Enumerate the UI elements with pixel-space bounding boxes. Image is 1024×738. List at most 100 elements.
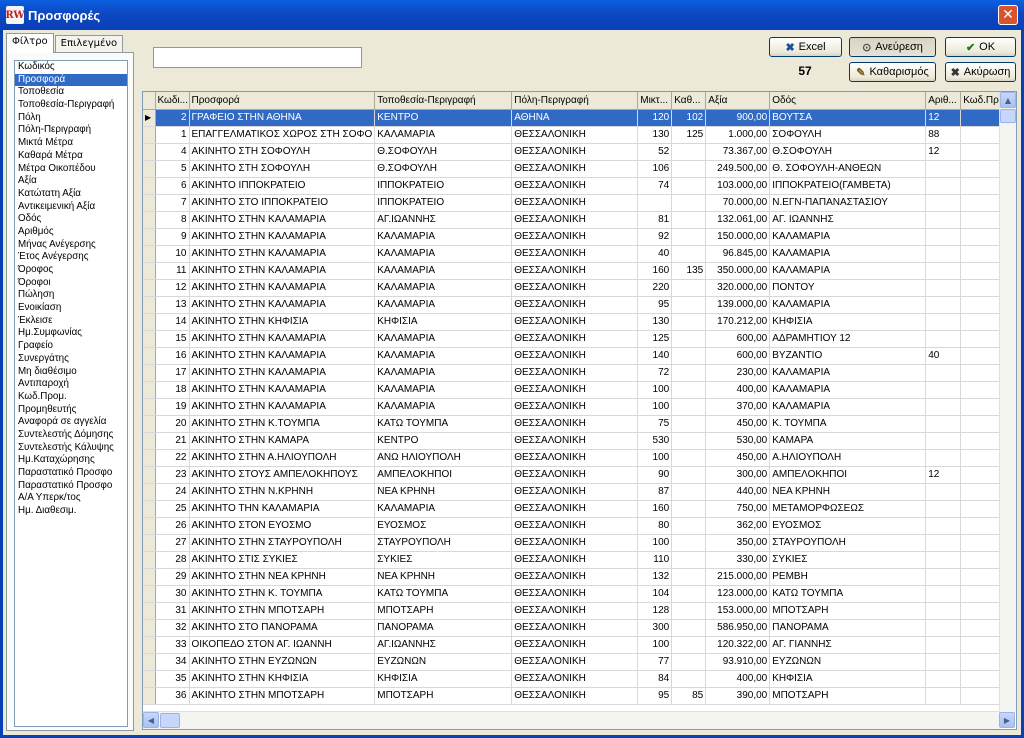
table-cell[interactable]: 120 (637, 109, 673, 127)
table-cell[interactable]: 100 (637, 398, 673, 416)
table-row[interactable]: 21 ΑΚΙΝΗΤΟ ΣΤΗΝ ΚΑΜΑΡΑ ΚΕΝΤΡΟ ΘΕΣΣΑΛΟΝΙΚΗ 53… (143, 432, 1002, 450)
table-cell[interactable]: ΠΟΝΤΟΥ (769, 279, 927, 297)
table-cell[interactable]: ΚΗΦΙΣΙΑ (374, 313, 513, 331)
table-cell[interactable]: 9 (155, 228, 190, 246)
table-cell[interactable] (960, 262, 1002, 280)
table-cell[interactable]: ΚΑΛΑΜΑΡΙΑ (374, 262, 513, 280)
search-input[interactable] (153, 47, 362, 68)
table-cell[interactable]: ΘΕΣΣΑΛΟΝΙΚΗ (511, 347, 639, 365)
table-cell[interactable]: 139.000,00 (705, 296, 771, 314)
field-list-item[interactable]: Αναφορά σε αγγελία (15, 416, 127, 429)
table-row[interactable]: 7 ΑΚΙΝΗΤΟ ΣΤΟ ΙΠΠΟΚΡΑΤΕΙΟ ΙΠΠΟΚΡΑΤΕΙΟ ΘΕΣΣΑ… (143, 194, 1002, 212)
field-list[interactable]: Κωδικός Προσφορά Τοποθεσία Τοποθεσία-Περιγρ… (14, 60, 128, 727)
table-cell[interactable]: ΘΕΣΣΑΛΟΝΙΚΗ (511, 262, 639, 280)
field-list-item[interactable]: Κωδικός (15, 61, 127, 74)
table-row[interactable]: 12 ΑΚΙΝΗΤΟ ΣΤΗΝ ΚΑΛΑΜΑΡΙΑ ΚΑΛΑΜΑΡΙΑ ΘΕΣΣΑΛΟ… (143, 279, 1002, 297)
table-cell[interactable]: 750,00 (705, 500, 771, 518)
table-cell[interactable]: ΘΕΣΣΑΛΟΝΙΚΗ (511, 653, 639, 671)
table-cell[interactable]: 135 (671, 262, 707, 280)
table-cell[interactable]: ΑΚΙΝΗΤΟ ΣΤΟ ΙΠΠΟΚΡΑΤΕΙΟ (189, 194, 376, 212)
table-cell[interactable]: ΘΕΣΣΑΛΟΝΙΚΗ (511, 670, 639, 688)
table-cell[interactable]: ΚΑΛΑΜΑΡΙΑ (374, 126, 513, 144)
table-cell[interactable]: 30 (155, 585, 190, 603)
tab-selected[interactable]: Επιλεγμένο (54, 35, 124, 53)
table-cell[interactable] (925, 568, 962, 586)
table-cell[interactable]: 73.367,00 (705, 143, 771, 161)
table-cell[interactable]: Θ.ΣΟΦΟΥΛΗ (374, 143, 513, 161)
table-cell[interactable]: ΙΠΠΟΚΡΑΤΕΙΟ (374, 177, 513, 195)
table-cell[interactable] (925, 534, 962, 552)
table-cell[interactable] (960, 687, 1002, 705)
table-cell[interactable]: ΑΚΙΝΗΤΟ ΣΤΗΝ ΚΗΦΙΣΙΑ (189, 670, 376, 688)
table-cell[interactable]: 600,00 (705, 330, 771, 348)
field-list-item[interactable]: Συνεργάτης (15, 353, 127, 366)
field-list-item[interactable]: Προμηθευτής (15, 404, 127, 417)
table-cell[interactable]: ΑΚΙΝΗΤΟ ΣΤΗ ΣΟΦΟΥΛΗ (189, 143, 376, 161)
table-row[interactable]: 34 ΑΚΙΝΗΤΟ ΣΤΗΝ ΕΥΖΩΝΩΝ ΕΥΖΩΝΩΝ ΘΕΣΣΑΛΟΝΙΚΗ… (143, 653, 1002, 671)
field-list-item[interactable]: Α/Α Υπερκ/τος (15, 492, 127, 505)
table-cell[interactable]: ΑΚΙΝΗΤΟ ΣΤΗΝ ΚΑΛΑΜΑΡΙΑ (189, 330, 376, 348)
table-cell[interactable] (671, 500, 707, 518)
table-cell[interactable]: 220 (637, 279, 673, 297)
table-cell[interactable] (671, 330, 707, 348)
table-cell[interactable]: 450,00 (705, 449, 771, 467)
table-cell[interactable] (671, 313, 707, 331)
table-cell[interactable] (671, 517, 707, 535)
table-cell[interactable] (925, 415, 962, 433)
table-cell[interactable]: ΘΕΣΣΑΛΟΝΙΚΗ (511, 602, 639, 620)
table-row[interactable]: 13 ΑΚΙΝΗΤΟ ΣΤΗΝ ΚΑΛΑΜΑΡΙΑ ΚΑΛΑΜΑΡΙΑ ΘΕΣΣΑΛΟ… (143, 296, 1002, 314)
table-cell[interactable]: 11 (155, 262, 190, 280)
table-cell[interactable]: 10 (155, 245, 190, 263)
table-cell[interactable]: ΑΓ. ΓΙΑΝΝΗΣ (769, 636, 927, 654)
table-cell[interactable]: 7 (155, 194, 190, 212)
table-cell[interactable]: ΚΗΦΙΣΙΑ (374, 670, 513, 688)
table-cell[interactable]: ΚΑΛΑΜΑΡΙΑ (374, 381, 513, 399)
table-cell[interactable]: 110 (637, 551, 673, 569)
table-cell[interactable] (960, 398, 1002, 416)
table-cell[interactable]: 215.000,00 (705, 568, 771, 586)
column-header[interactable]: Τοποθεσία-Περιγραφή (374, 92, 513, 110)
table-cell[interactable]: ΘΕΣΣΑΛΟΝΙΚΗ (511, 381, 639, 399)
table-cell[interactable] (960, 296, 1002, 314)
table-cell[interactable]: ΘΕΣΣΑΛΟΝΙΚΗ (511, 296, 639, 314)
table-cell[interactable]: ΚΗΦΙΣΙΑ (769, 670, 927, 688)
table-cell[interactable]: 300,00 (705, 466, 771, 484)
table-cell[interactable] (671, 534, 707, 552)
table-cell[interactable]: 230,00 (705, 364, 771, 382)
table-cell[interactable] (960, 211, 1002, 229)
ok-button[interactable]: ✔ OK (945, 37, 1016, 57)
table-cell[interactable] (960, 619, 1002, 637)
table-cell[interactable]: ΑΚΙΝΗΤΟ ΣΤΗΝ ΚΑΛΑΜΑΡΙΑ (189, 296, 376, 314)
table-cell[interactable]: ΘΕΣΣΑΛΟΝΙΚΗ (511, 636, 639, 654)
table-cell[interactable]: 132.061,00 (705, 211, 771, 229)
table-cell[interactable]: 90 (637, 466, 673, 484)
table-cell[interactable] (925, 449, 962, 467)
table-cell[interactable] (671, 160, 707, 178)
table-cell[interactable]: ΟΙΚΟΠΕΔΟ ΣΤΟΝ ΑΓ. ΙΩΑΝΝΗ (189, 636, 376, 654)
table-cell[interactable]: 52 (637, 143, 673, 161)
table-cell[interactable]: 74 (637, 177, 673, 195)
horizontal-scroll-thumb[interactable] (160, 713, 180, 728)
table-cell[interactable]: 150.000,00 (705, 228, 771, 246)
table-cell[interactable]: 170.212,00 (705, 313, 771, 331)
table-cell[interactable]: ΑΚΙΝΗΤΟ ΣΤΗΝ ΚΑΛΑΜΑΡΙΑ (189, 347, 376, 365)
scroll-right-button[interactable]: ▶ (999, 712, 1015, 728)
table-cell[interactable] (671, 466, 707, 484)
table-row[interactable]: 25 ΑΚΙΝΗΤΟ ΤΗΝ ΚΑΛΑΜΑΡΙΑ ΚΑΛΑΜΑΡΙΑ ΘΕΣΣΑΛΟΝ… (143, 500, 1002, 518)
column-header[interactable]: Καθ... (671, 92, 707, 110)
table-cell[interactable]: 15 (155, 330, 190, 348)
table-cell[interactable]: ΚΑΤΩ ΤΟΥΜΠΑ (769, 585, 927, 603)
table-cell[interactable]: ΑΚΙΝΗΤΟ ΤΗΝ ΚΑΛΑΜΑΡΙΑ (189, 500, 376, 518)
field-list-item[interactable]: Οδός (15, 213, 127, 226)
table-cell[interactable]: 29 (155, 568, 190, 586)
scroll-up-button[interactable]: ▲ (1000, 92, 1016, 108)
table-cell[interactable] (960, 517, 1002, 535)
table-cell[interactable] (925, 245, 962, 263)
table-cell[interactable] (671, 228, 707, 246)
table-cell[interactable]: ΘΕΣΣΑΛΟΝΙΚΗ (511, 313, 639, 331)
table-cell[interactable] (960, 126, 1002, 144)
field-list-item[interactable]: Πώληση (15, 289, 127, 302)
table-cell[interactable]: ΑΚΙΝΗΤΟ ΣΤΗΝ ΜΠΟΤΣΑΡΗ (189, 687, 376, 705)
table-cell[interactable]: 1.000,00 (705, 126, 771, 144)
table-cell[interactable]: 85 (671, 687, 707, 705)
